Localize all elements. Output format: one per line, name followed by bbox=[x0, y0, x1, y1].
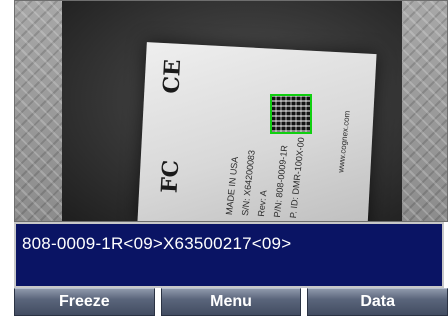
softkey-bar: Freeze Menu Data bbox=[14, 288, 448, 316]
label-line: P. ID: DMR-100X-00 bbox=[287, 136, 307, 219]
label-line: S/N: X64200083 bbox=[239, 149, 257, 217]
ce-mark-icon: CE bbox=[158, 58, 187, 95]
decoded-barcode-highlight bbox=[270, 94, 312, 134]
brand-url: www.cognex.com bbox=[336, 110, 352, 174]
decode-result-panel: 808-0009-1R<09>X63500217<09> bbox=[14, 222, 444, 288]
freeze-button[interactable]: Freeze bbox=[14, 288, 155, 316]
decode-result-text: 808-0009-1R<09>X63500217<09> bbox=[22, 234, 292, 253]
product-label: P. ID: DMR-100X-00 P/N: 808-0009-1R Rev:… bbox=[137, 42, 377, 222]
label-line: MADE IN USA bbox=[223, 156, 241, 216]
reader-screen: P. ID: DMR-100X-00 P/N: 808-0009-1R Rev:… bbox=[0, 0, 448, 316]
fcc-mark-icon: FC bbox=[156, 159, 185, 194]
menu-button[interactable]: Menu bbox=[160, 288, 302, 316]
camera-viewfinder[interactable]: P. ID: DMR-100X-00 P/N: 808-0009-1R Rev:… bbox=[62, 0, 402, 222]
label-line: Rev: A bbox=[255, 189, 269, 218]
data-button[interactable]: Data bbox=[307, 288, 448, 316]
label-line: P/N: 808-0009-1R bbox=[271, 144, 290, 218]
